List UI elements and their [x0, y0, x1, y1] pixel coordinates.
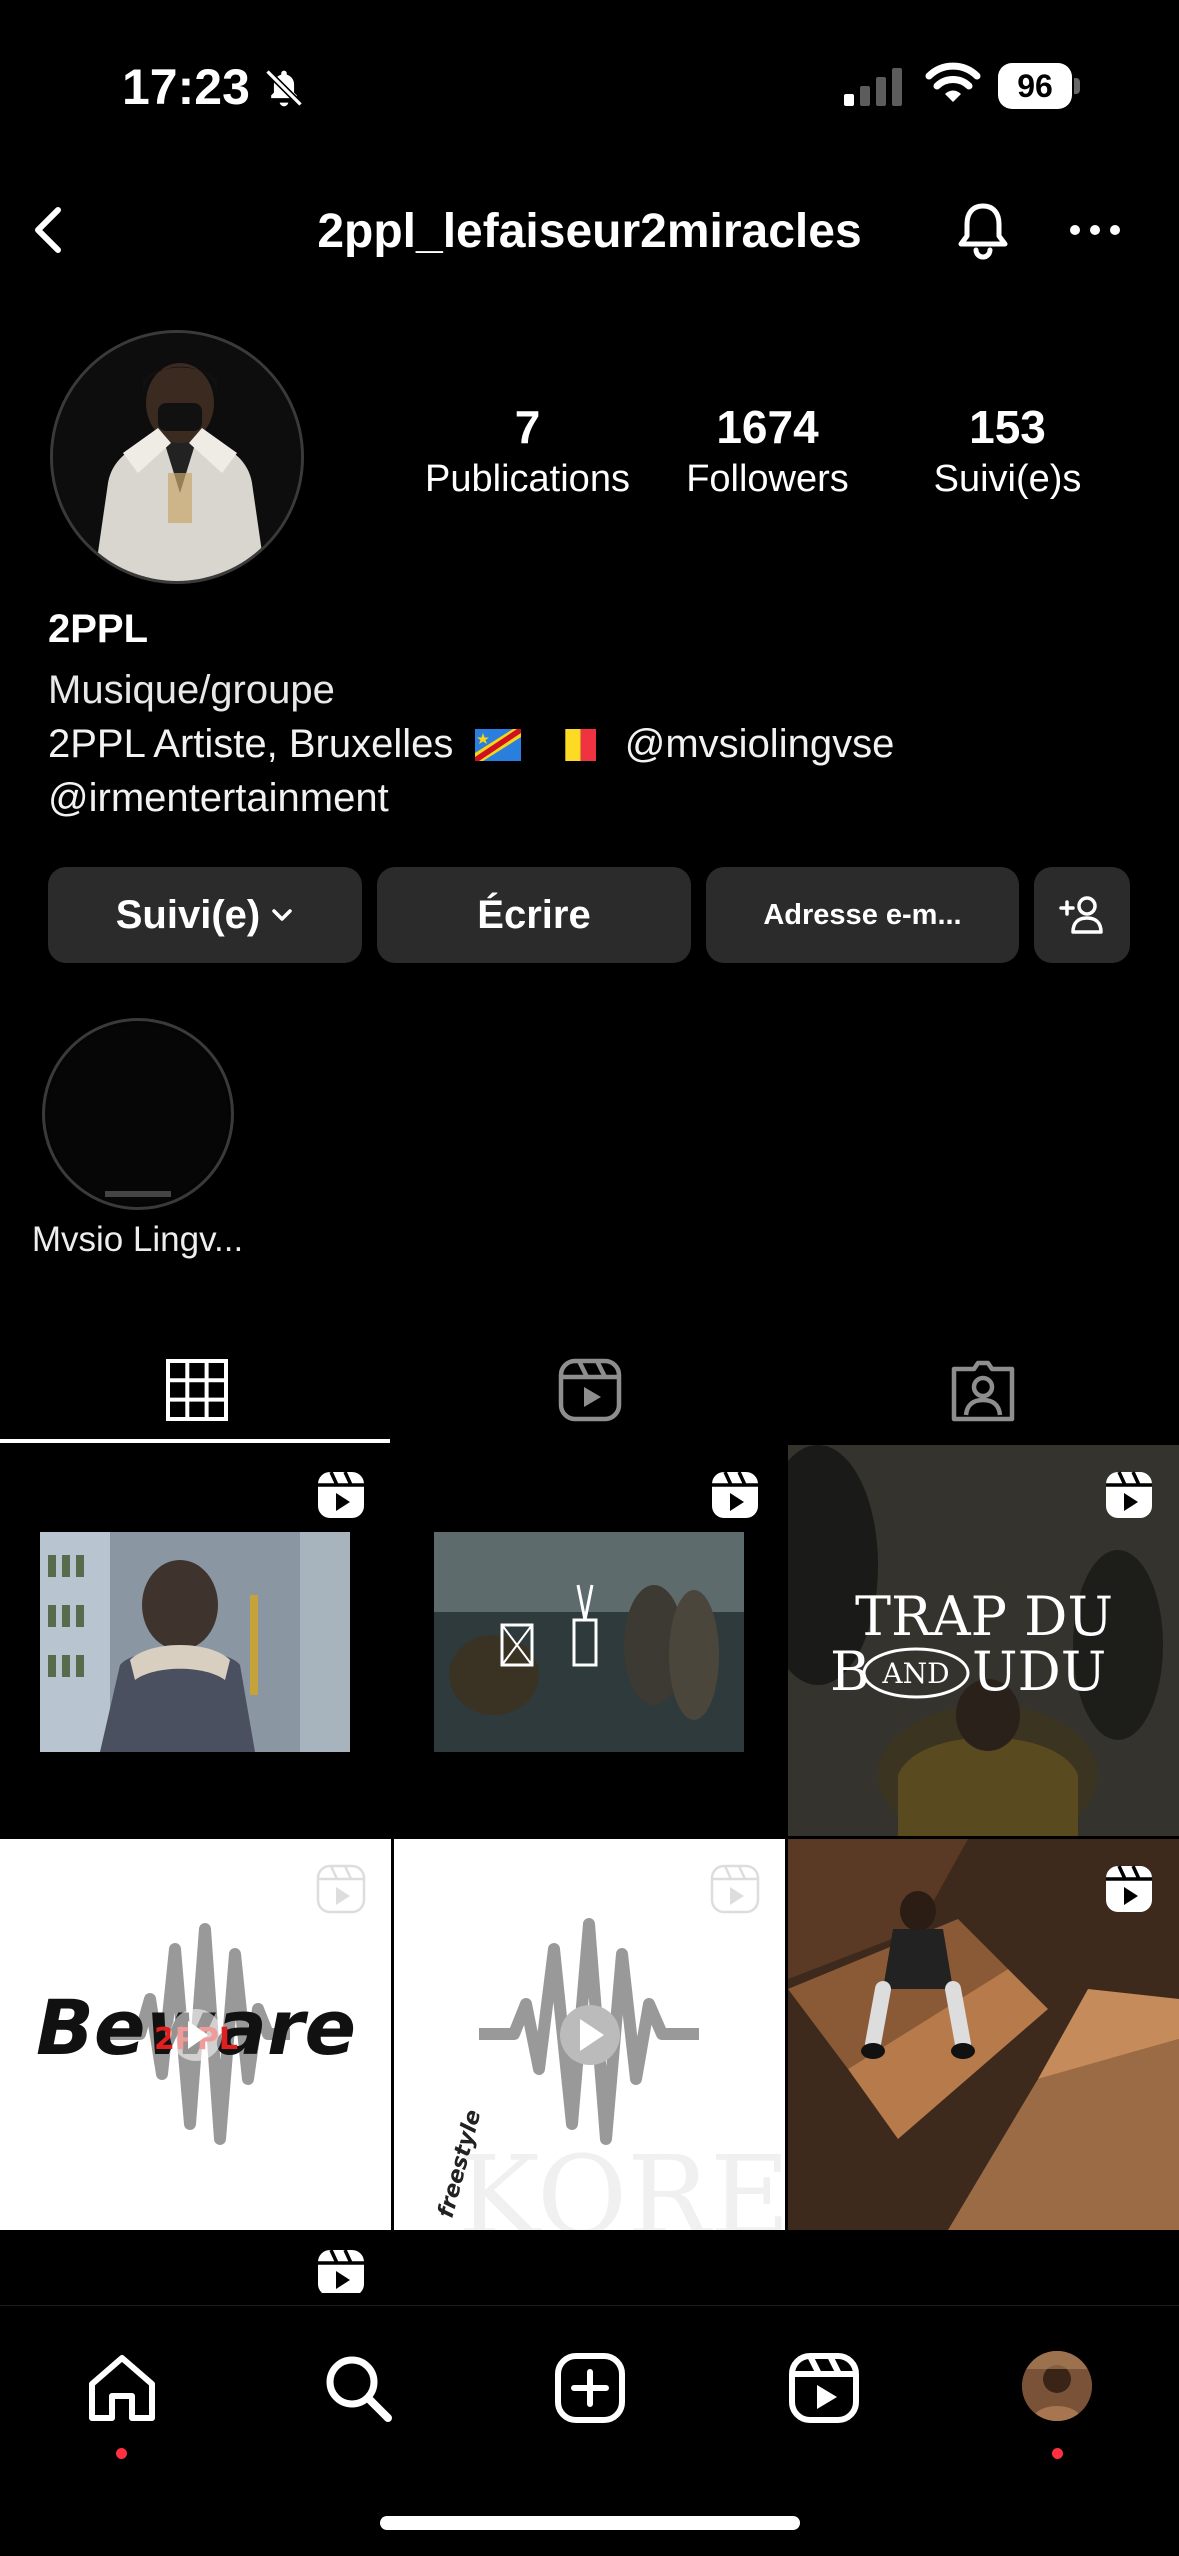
tab-reels[interactable] [393, 1335, 786, 1445]
profile-tabs [0, 1335, 1179, 1445]
status-bar: 17:23 96 [0, 0, 1179, 170]
followers-count: 1674 [716, 401, 819, 453]
profile-bio: 2PPL Musique/groupe 2PPL Artiste, Bruxel… [48, 607, 1148, 825]
reel-badge-icon [318, 1471, 364, 1518]
cell5-title: KORE [458, 2132, 785, 2230]
following-label: Suivi(e)s [933, 458, 1082, 500]
reel-badge-icon [1106, 1471, 1152, 1518]
highlight-label: Mvsio Lingv... [31, 1220, 244, 1259]
message-button-label: Écrire [477, 892, 591, 937]
story-highlight[interactable] [42, 1018, 234, 1210]
home-icon [89, 2355, 155, 2421]
reels-icon [789, 2353, 859, 2423]
nav-home[interactable] [82, 2348, 162, 2428]
following-button[interactable]: Suivi(e) [48, 867, 362, 963]
belgium-flag-icon [549, 729, 596, 761]
post-thumbnail-2[interactable] [394, 1445, 785, 1836]
profile-avatar[interactable] [50, 330, 304, 584]
stat-following[interactable]: 153 Suivi(e)s [910, 400, 1105, 501]
post-thumbnail-7[interactable] [0, 2233, 391, 2293]
tab-tagged[interactable] [786, 1335, 1179, 1445]
bio-line-1: 2PPL Artiste, Bruxelles @mvsiolingvse [48, 717, 1148, 771]
active-tab-indicator [0, 1439, 390, 1443]
publications-label: Publications [425, 458, 630, 500]
profile-name: 2PPL [48, 607, 149, 651]
cell3-title-line1: TRAP DU [855, 1585, 1113, 1648]
cell3-title-and: AND [881, 1657, 949, 1690]
profile-notification-dot [1052, 2448, 1063, 2459]
email-button[interactable]: Adresse e-m... [706, 867, 1019, 963]
create-icon [555, 2353, 625, 2423]
message-button[interactable]: Écrire [377, 867, 691, 963]
battery-icon: 96 [998, 63, 1080, 109]
cellular-signal-icon [844, 68, 902, 106]
cell3-title-line2: UDU [972, 1640, 1106, 1703]
chevron-down-icon [272, 909, 292, 921]
reel-badge-icon [318, 2249, 364, 2293]
following-button-label: Suivi(e) [115, 892, 261, 937]
tagged-icon [951, 1360, 1014, 1422]
dr-congo-flag-icon [474, 729, 521, 761]
home-notification-dot [116, 2448, 127, 2459]
stat-followers[interactable]: 1674 Followers [665, 400, 870, 501]
more-options-icon[interactable] [1065, 210, 1125, 250]
following-count: 153 [969, 401, 1046, 453]
bio-text: 2PPL Artiste, Bruxelles [48, 722, 454, 766]
publications-count: 7 [514, 401, 541, 453]
tab-posts-grid[interactable] [0, 1335, 393, 1445]
profile-category: Musique/groupe [48, 668, 335, 712]
nav-reels[interactable] [784, 2348, 864, 2428]
post-thumbnail-4[interactable]: Beware 2PPL [0, 1839, 391, 2230]
wifi-icon [925, 62, 981, 102]
grid-icon [165, 1359, 228, 1421]
followers-label: Followers [686, 458, 849, 500]
reels-icon [558, 1358, 621, 1422]
notification-bell-icon[interactable] [950, 198, 1016, 264]
post-thumbnail-3[interactable]: TRAP DU B AND UDU [788, 1445, 1179, 1836]
bell-off-icon [265, 69, 303, 107]
add-person-icon [1059, 896, 1103, 934]
profile-avatar[interactable] [1022, 2351, 1092, 2421]
reel-badge-icon [712, 1471, 758, 1518]
nav-search[interactable] [318, 2348, 398, 2428]
email-button-label: Adresse e-m... [763, 898, 962, 931]
stat-publications[interactable]: 7 Publications [410, 400, 645, 501]
status-time: 17:23 [122, 59, 250, 115]
bio-mention-irmentertainment[interactable]: @irmentertainment [48, 771, 1148, 825]
reel-badge-icon [1106, 1865, 1152, 1912]
reel-badge-icon [710, 1864, 760, 1914]
battery-level: 96 [998, 63, 1072, 109]
post-thumbnail-6[interactable] [788, 1839, 1179, 2230]
post-thumbnail-5[interactable]: KORE freestyle [394, 1839, 785, 2230]
reel-badge-icon [316, 1864, 366, 1914]
search-icon [326, 2356, 392, 2422]
nav-create[interactable] [550, 2348, 630, 2428]
profile-header: 2ppl_lefaiseur2miracles [0, 180, 1179, 280]
home-indicator [380, 2516, 800, 2530]
post-thumbnail-1[interactable] [0, 1445, 391, 1836]
suggest-users-button[interactable] [1034, 867, 1130, 963]
bio-mention-mvsiolingvse[interactable]: @mvsiolingvse [625, 722, 895, 766]
